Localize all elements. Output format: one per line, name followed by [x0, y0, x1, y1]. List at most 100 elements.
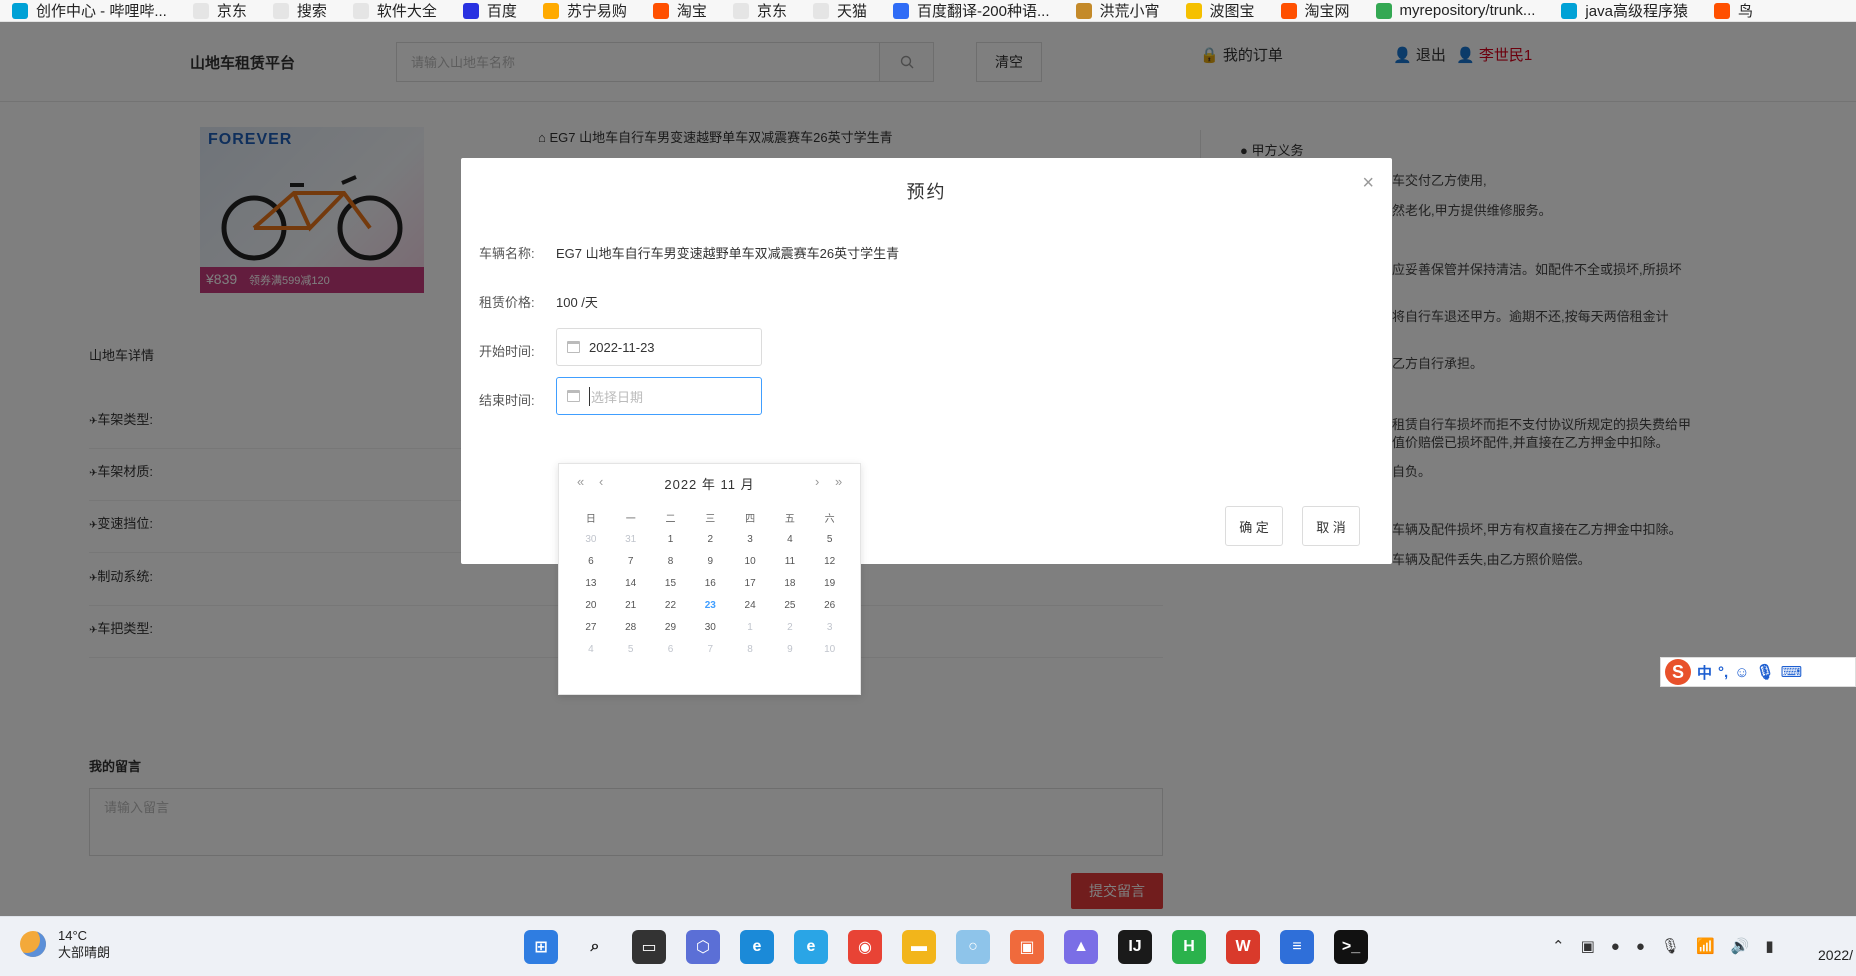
calendar-day[interactable]: 10 [730, 556, 770, 567]
calendar-day[interactable]: 30 [690, 622, 730, 633]
qq-icon[interactable]: ● [1611, 938, 1620, 955]
start-icon[interactable]: ⊞ [524, 930, 558, 964]
bookmark-icon [1713, 2, 1730, 19]
cancel-button[interactable]: 取 消 [1302, 506, 1360, 546]
calendar-day[interactable]: 12 [810, 556, 850, 567]
sogou-logo[interactable]: S [1665, 659, 1691, 685]
microphone-icon[interactable]: 🎙 [1756, 663, 1775, 681]
office-icon[interactable]: ▣ [1010, 930, 1044, 964]
end-date-input[interactable]: 选择日期 [556, 377, 762, 415]
calendar-day[interactable]: 19 [810, 578, 850, 589]
qq-icon-2[interactable]: ● [1636, 938, 1645, 955]
keyboard-icon[interactable]: ⌨ [1781, 663, 1803, 681]
calendar-day[interactable]: 6 [651, 644, 691, 655]
calendar-day[interactable]: 9 [690, 556, 730, 567]
close-icon[interactable]: × [1362, 172, 1374, 195]
bookmark-item[interactable]: 波图宝 [1185, 0, 1255, 21]
calendar-day[interactable]: 4 [770, 534, 810, 545]
hbuilder-icon[interactable]: H [1172, 930, 1206, 964]
calendar-day[interactable]: 18 [770, 578, 810, 589]
calendar-day[interactable]: 24 [730, 600, 770, 611]
bookmark-item[interactable]: 京东 [732, 0, 787, 21]
bookmark-item[interactable]: 洪荒小宵 [1075, 0, 1160, 21]
calendar-day[interactable]: 3 [730, 534, 770, 545]
bookmark-item[interactable]: 天猫 [812, 0, 867, 21]
chrome-icon[interactable]: ◉ [848, 930, 882, 964]
ime-punctuation[interactable]: °, [1718, 664, 1728, 681]
calendar-day[interactable]: 5 [810, 534, 850, 545]
search-taskbar-icon[interactable]: ⌕ [578, 930, 612, 964]
app-circle-icon[interactable]: ○ [956, 930, 990, 964]
wps-icon[interactable]: W [1226, 930, 1260, 964]
calendar-day[interactable]: 27 [571, 622, 611, 633]
calendar-day[interactable]: 1 [651, 534, 691, 545]
ime-mode[interactable]: 中 [1697, 662, 1712, 683]
edge-icon[interactable]: e [740, 930, 774, 964]
tray-app-icon[interactable]: ▣ [1581, 937, 1595, 955]
calendar-day[interactable]: 25 [770, 600, 810, 611]
intellij-icon[interactable]: IJ [1118, 930, 1152, 964]
weather-widget[interactable]: 14°C 大部晴朗 [20, 927, 110, 961]
calendar-day[interactable]: 10 [810, 644, 850, 655]
wifi-icon[interactable]: 📶 [1696, 937, 1715, 955]
calendar-day[interactable]: 29 [651, 622, 691, 633]
next-year-button[interactable]: » [835, 474, 842, 489]
bookmark-item[interactable]: 百度翻译-200种语... [892, 0, 1050, 21]
start-date-input[interactable]: 2022-11-23 [556, 328, 762, 366]
calendar-day[interactable]: 5 [611, 644, 651, 655]
date-picker-header: « ‹ 2022 年 11 月 › » [559, 474, 860, 496]
bookmark-item[interactable]: 鸟 [1713, 0, 1753, 21]
calendar-day[interactable]: 26 [810, 600, 850, 611]
calendar-day[interactable]: 2 [770, 622, 810, 633]
terminal-icon[interactable]: >_ [1334, 930, 1368, 964]
confirm-button[interactable]: 确 定 [1225, 506, 1283, 546]
bookmark-item[interactable]: 百度 [462, 0, 517, 21]
bookmark-item[interactable]: 淘宝网 [1280, 0, 1350, 21]
calendar-day[interactable]: 22 [651, 600, 691, 611]
taskbar-clock[interactable]: 2022/ [1818, 947, 1853, 963]
calendar-day[interactable]: 1 [730, 622, 770, 633]
calendar-day[interactable]: 14 [611, 578, 651, 589]
task-view-icon[interactable]: ▭ [632, 930, 666, 964]
calendar-day[interactable]: 28 [611, 622, 651, 633]
calendar-day[interactable]: 2 [690, 534, 730, 545]
volume-icon[interactable]: 🔊 [1731, 937, 1750, 955]
calendar-day[interactable]: 9 [770, 644, 810, 655]
calendar-day[interactable]: 13 [571, 578, 611, 589]
calendar-day[interactable]: 8 [651, 556, 691, 567]
bookmark-item[interactable]: 淘宝 [652, 0, 707, 21]
bookmark-item[interactable]: 软件大全 [352, 0, 437, 21]
calendar-day[interactable]: 4 [571, 644, 611, 655]
mountain-app-icon[interactable]: ▲ [1064, 930, 1098, 964]
calendar-week-row: 4 5 6 7 8 9 10 [571, 638, 850, 660]
calendar-day[interactable]: 7 [611, 556, 651, 567]
calendar-day-today[interactable]: 23 [690, 600, 730, 611]
bookmark-item[interactable]: java高级程序猿 [1561, 0, 1688, 21]
microphone-tray-icon[interactable]: 🎙 [1661, 937, 1680, 955]
calendar-day[interactable]: 7 [690, 644, 730, 655]
bookmark-item[interactable]: myrepository/trunk... [1375, 2, 1535, 19]
calendar-day[interactable]: 31 [611, 534, 651, 545]
bookmark-item[interactable]: 苏宁易购 [542, 0, 627, 21]
calendar-day[interactable]: 30 [571, 534, 611, 545]
calendar-day[interactable]: 8 [730, 644, 770, 655]
bookmark-item[interactable]: 创作中心 - 哔哩哔... [12, 0, 167, 21]
network-app-icon[interactable]: ⬡ [686, 930, 720, 964]
folder-icon[interactable]: ▬ [902, 930, 936, 964]
calendar-day[interactable]: 20 [571, 600, 611, 611]
ie-icon[interactable]: e [794, 930, 828, 964]
battery-icon[interactable]: ▮ [1765, 937, 1773, 955]
calendar-day[interactable]: 16 [690, 578, 730, 589]
bookmark-item[interactable]: 搜索 [272, 0, 327, 21]
calendar-day[interactable]: 15 [651, 578, 691, 589]
next-month-button[interactable]: › [815, 474, 819, 489]
chevron-up-icon[interactable]: ⌃ [1552, 937, 1565, 955]
calendar-day[interactable]: 11 [770, 556, 810, 567]
calendar-day[interactable]: 17 [730, 578, 770, 589]
notepad-icon[interactable]: ≡ [1280, 930, 1314, 964]
calendar-day[interactable]: 21 [611, 600, 651, 611]
bookmark-item[interactable]: 京东 [192, 0, 247, 21]
emoji-icon[interactable]: ☺ [1734, 664, 1749, 681]
calendar-day[interactable]: 3 [810, 622, 850, 633]
calendar-day[interactable]: 6 [571, 556, 611, 567]
